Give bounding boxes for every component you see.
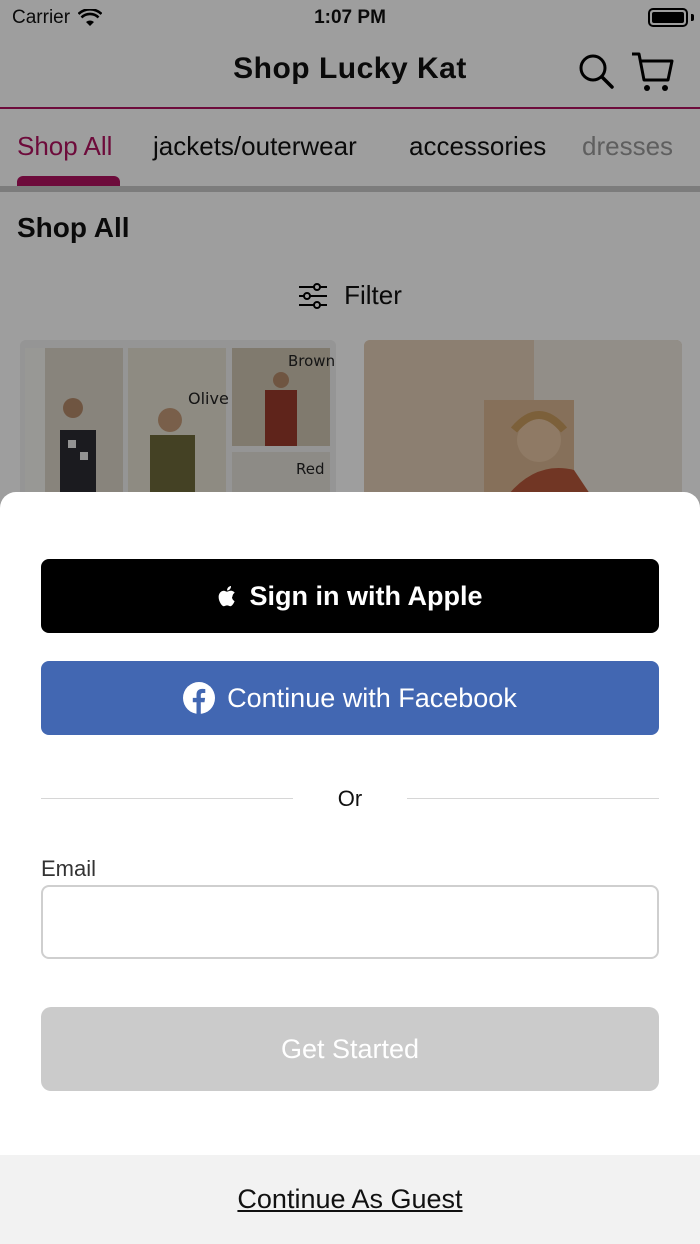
email-field[interactable]	[41, 885, 659, 959]
or-label: Or	[337, 786, 363, 811]
continue-with-facebook-button[interactable]: Continue with Facebook	[41, 661, 659, 735]
get-started-label: Get Started	[280, 1033, 420, 1064]
guest-bar: Continue As Guest	[0, 1155, 700, 1244]
apple-icon	[218, 586, 235, 607]
sign-in-sheet: Sign in with Apple Continue with Faceboo…	[0, 492, 700, 1244]
continue-as-guest-link[interactable]: Continue As Guest	[237, 1184, 462, 1215]
get-started-button[interactable]: Get Started	[41, 1007, 659, 1091]
facebook-icon	[183, 682, 216, 714]
sign-in-with-apple-button[interactable]: Sign in with Apple	[41, 559, 659, 633]
apple-button-label: Sign in with Apple	[249, 580, 483, 611]
email-label: Email	[41, 856, 97, 881]
facebook-button-label: Continue with Facebook	[227, 682, 517, 713]
divider-line	[407, 798, 659, 799]
or-divider: Or	[41, 786, 659, 811]
